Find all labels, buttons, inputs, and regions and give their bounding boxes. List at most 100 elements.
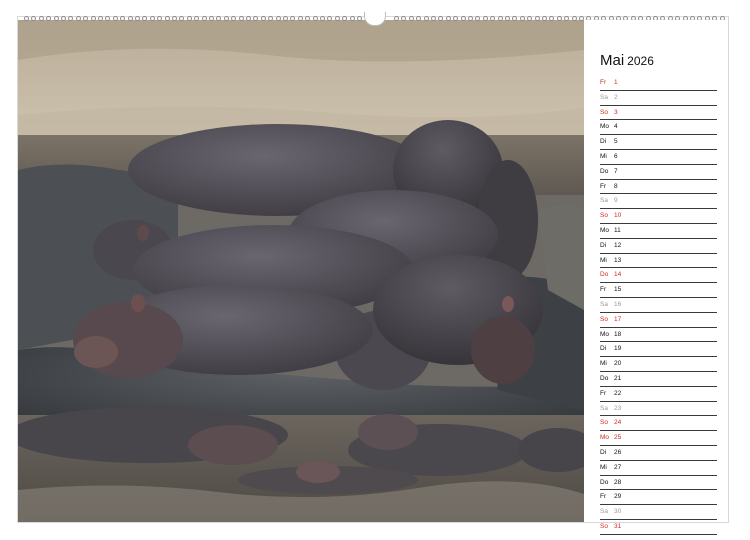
weekday-label: Do xyxy=(600,271,609,279)
binding-ring xyxy=(342,16,348,21)
day-row: Do 14 xyxy=(600,268,717,284)
day-number: 25 xyxy=(614,434,622,442)
weekday-label: Di xyxy=(600,448,607,456)
day-row: Sa 30 xyxy=(600,505,717,520)
day-number: 14 xyxy=(614,271,622,279)
day-row: Fr 1 xyxy=(600,76,717,91)
day-number: 7 xyxy=(614,167,618,175)
day-row: Sa 9 xyxy=(600,194,717,210)
calendar-sidebar: Mai 2026 Fr 1 Sa 2 So 3 Mo 4 Di 5 Mi 6 Do 7 Fr 8 Sa 9 So 10 M… xyxy=(586,20,728,535)
binding-ring xyxy=(157,16,163,21)
day-number: 4 xyxy=(614,123,618,131)
weekday-label: Sa xyxy=(600,93,608,101)
weekday-label: Fr xyxy=(600,182,607,190)
binding-ring xyxy=(53,16,59,21)
weekday-label: So xyxy=(600,522,608,530)
weekday-label: Sa xyxy=(600,300,608,308)
day-number: 16 xyxy=(614,300,622,308)
binding-ring xyxy=(305,16,311,21)
weekday-label: Mi xyxy=(600,256,607,264)
weekday-label: Mi xyxy=(600,152,607,160)
month-heading: Mai 2026 xyxy=(600,52,654,69)
day-number: 22 xyxy=(614,389,622,397)
weekday-label: So xyxy=(600,212,608,220)
binding-ring xyxy=(164,16,170,21)
binding-ring xyxy=(83,16,89,21)
day-row: Sa 2 xyxy=(600,91,717,106)
binding-ring xyxy=(579,16,584,21)
weekday-label: So xyxy=(600,419,608,427)
day-number: 17 xyxy=(614,315,622,323)
binding-ring xyxy=(90,16,96,21)
binding-ring xyxy=(542,16,547,21)
day-number: 26 xyxy=(614,448,622,456)
binding-ring xyxy=(445,16,451,21)
day-number: 1 xyxy=(614,79,618,86)
day-row: Mi 20 xyxy=(600,357,717,372)
binding-ring xyxy=(438,16,444,21)
weekday-label: Mo xyxy=(600,226,610,234)
weekday-label: Fr xyxy=(600,79,607,86)
binding-ring xyxy=(490,16,496,21)
binding-ring xyxy=(571,16,577,21)
binding-ring xyxy=(24,16,29,21)
binding-ring xyxy=(468,16,473,21)
binding-ring xyxy=(201,16,207,21)
day-row: So 17 xyxy=(600,313,717,328)
binding-ring xyxy=(497,16,503,21)
binding-ring xyxy=(209,16,214,21)
weekday-label: So xyxy=(600,108,608,116)
weekday-label: So xyxy=(600,315,608,323)
binding-ring xyxy=(349,16,355,21)
binding-ring xyxy=(172,16,177,21)
day-number: 12 xyxy=(614,241,622,249)
month-name: Mai xyxy=(600,52,625,69)
day-row: Di 5 xyxy=(600,135,717,150)
day-row: Di 26 xyxy=(600,446,717,461)
binding-ring xyxy=(482,16,488,21)
weekday-label: Do xyxy=(600,478,609,486)
day-row: Fr 22 xyxy=(600,387,717,402)
weekday-label: Fr xyxy=(600,493,607,501)
binding-ring xyxy=(320,16,325,21)
binding-ring xyxy=(135,16,140,21)
binding-ring xyxy=(431,16,436,21)
weekday-label: Mi xyxy=(600,463,607,471)
binding-ring xyxy=(98,16,103,21)
day-row: So 10 xyxy=(600,209,717,224)
day-number: 31 xyxy=(614,522,622,530)
binding-ring xyxy=(556,16,562,21)
hippo-photo-illustration xyxy=(18,20,584,522)
binding-ring xyxy=(46,16,52,21)
weekday-label: Fr xyxy=(600,389,607,397)
day-number: 21 xyxy=(614,374,622,382)
binding-ring xyxy=(564,16,570,21)
day-number: 13 xyxy=(614,256,622,264)
weekday-label: Mi xyxy=(600,360,607,368)
binding-ring xyxy=(549,16,555,21)
weekday-label: Do xyxy=(600,374,609,382)
day-number: 11 xyxy=(614,226,621,234)
day-number: 29 xyxy=(614,493,622,501)
day-row: Do 21 xyxy=(600,372,717,387)
binding-ring xyxy=(75,16,81,21)
day-row: Di 12 xyxy=(600,239,717,254)
day-number: 23 xyxy=(614,404,622,412)
binding-ring xyxy=(186,16,192,21)
weekday-label: Di xyxy=(600,345,607,353)
binding-ring xyxy=(505,16,510,21)
day-number: 8 xyxy=(614,182,618,190)
binding-ring xyxy=(297,16,303,21)
binding-ring xyxy=(512,16,518,21)
binding-ring xyxy=(216,16,222,21)
hippo-photo xyxy=(18,20,584,522)
binding-ring xyxy=(534,16,540,21)
binding-ring xyxy=(327,16,333,21)
binding-ring xyxy=(394,16,399,21)
day-row: Fr 8 xyxy=(600,180,717,195)
binding-ring xyxy=(194,16,200,21)
binding-ring xyxy=(312,16,318,21)
binding-ring xyxy=(527,16,533,21)
day-row: Mo 11 xyxy=(600,224,717,239)
day-number: 15 xyxy=(614,286,622,294)
